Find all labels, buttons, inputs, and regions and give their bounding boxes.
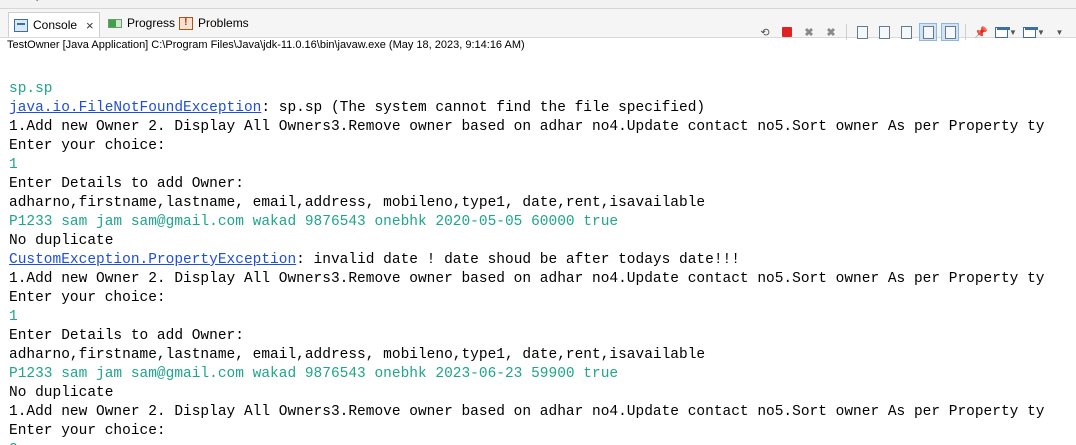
stop-icon bbox=[782, 27, 792, 37]
remove-launch-button[interactable]: ✖ bbox=[800, 23, 818, 41]
view-tab-bar: Console × Progress Problems ⟲ ✖ ✖ 📌 ▼ ▼ … bbox=[0, 9, 1076, 41]
problems-icon bbox=[179, 16, 193, 30]
console-toolbar: ⟲ ✖ ✖ 📌 ▼ ▼ ▼ bbox=[752, 22, 1068, 42]
tab-label: Console bbox=[33, 18, 78, 32]
chevron-down-icon: ▼ bbox=[1037, 27, 1045, 37]
exception-link[interactable]: java.io.FileNotFoundException bbox=[9, 100, 261, 116]
tab-label: Progress bbox=[127, 16, 176, 30]
console-output-line: adharno,firstname,lastname, email,addres… bbox=[9, 195, 706, 211]
stdout-icon bbox=[922, 25, 934, 39]
console-input-line: sp.sp bbox=[9, 81, 53, 97]
console-output-line: 1.Add new Owner 2. Display All Owners3.R… bbox=[9, 271, 1045, 287]
clear-console-icon bbox=[856, 25, 868, 39]
console-input-line: 1 bbox=[9, 157, 18, 173]
toolbar-separator bbox=[846, 24, 847, 40]
tab-label: Problems bbox=[198, 16, 249, 30]
chevron-down-icon[interactable]: ⌄ bbox=[33, 0, 41, 4]
console-exception-line: java.io.FileNotFoundException: sp.sp (Th… bbox=[9, 99, 705, 118]
view-menu-icon: ▼ bbox=[1055, 27, 1064, 37]
toolbar-separator bbox=[965, 24, 966, 40]
pin-console-button[interactable]: 📌 bbox=[972, 23, 990, 41]
console-output-line: Enter Details to add Owner: bbox=[9, 176, 244, 192]
tab-problems[interactable]: Problems bbox=[174, 12, 254, 34]
console-icon bbox=[14, 18, 28, 32]
process-label: TestOwner [Java Application] C:\Program … bbox=[7, 39, 525, 51]
show-on-stdout-button[interactable] bbox=[919, 23, 937, 41]
show-on-stderr-button[interactable] bbox=[941, 23, 959, 41]
console-input-line: P1233 sam jam sam@gmail.com wakad 987654… bbox=[9, 214, 619, 230]
terminate-button[interactable] bbox=[778, 23, 796, 41]
word-wrap-button[interactable] bbox=[897, 23, 915, 41]
remove-all-terminated-icon[interactable]: ⟲ bbox=[756, 23, 774, 41]
display-selected-console-button[interactable]: ▼ bbox=[994, 23, 1018, 41]
tab-console[interactable]: Console × bbox=[8, 12, 100, 37]
console-output-line: 1.Add new Owner 2. Display All Owners3.R… bbox=[9, 119, 1045, 135]
console-output-line: Enter your choice: bbox=[9, 138, 166, 154]
console-window-icon bbox=[995, 26, 1009, 38]
scroll-lock-icon bbox=[878, 25, 890, 39]
chevron-down-icon: ▼ bbox=[1009, 27, 1017, 37]
clear-console-button[interactable] bbox=[853, 23, 871, 41]
close-icon[interactable]: × bbox=[86, 18, 94, 33]
console-output-line: Enter your choice: bbox=[9, 423, 166, 439]
console-input-line: P1233 sam jam sam@gmail.com wakad 987654… bbox=[9, 366, 619, 382]
console-input-line: 1 bbox=[9, 309, 18, 325]
console-output-line: 1.Add new Owner 2. Display All Owners3.R… bbox=[9, 404, 1045, 420]
console-output-line: adharno,firstname,lastname, email,addres… bbox=[9, 347, 706, 363]
console-output-line: Enter Details to add Owner: bbox=[9, 328, 244, 344]
exception-message: : invalid date ! date shoud be after tod… bbox=[296, 252, 740, 268]
exception-link[interactable]: CustomException.PropertyException bbox=[9, 252, 296, 268]
exception-message: : sp.sp (The system cannot find the file… bbox=[261, 100, 706, 116]
console-output-line: No duplicate bbox=[9, 385, 114, 401]
open-console-button[interactable]: ▼ bbox=[1022, 23, 1046, 41]
top-strip: ⌄ bbox=[0, 0, 1076, 9]
tab-progress[interactable]: Progress bbox=[103, 12, 180, 34]
remove-all-launches-button[interactable]: ✖ bbox=[822, 23, 840, 41]
console-output-line: No duplicate bbox=[9, 233, 114, 249]
scroll-lock-button[interactable] bbox=[875, 23, 893, 41]
console-output[interactable]: sp.sp java.io.FileNotFoundException: sp.s… bbox=[0, 58, 1076, 445]
console-input-line: 2 bbox=[9, 441, 18, 445]
console-exception-line: CustomException.PropertyException: inval… bbox=[9, 251, 740, 270]
word-wrap-icon bbox=[900, 25, 912, 39]
new-console-icon bbox=[1023, 26, 1037, 38]
view-menu-button[interactable]: ▼ bbox=[1050, 23, 1068, 41]
progress-icon bbox=[108, 18, 122, 28]
stderr-icon bbox=[944, 25, 956, 39]
console-output-line: Enter your choice: bbox=[9, 290, 166, 306]
